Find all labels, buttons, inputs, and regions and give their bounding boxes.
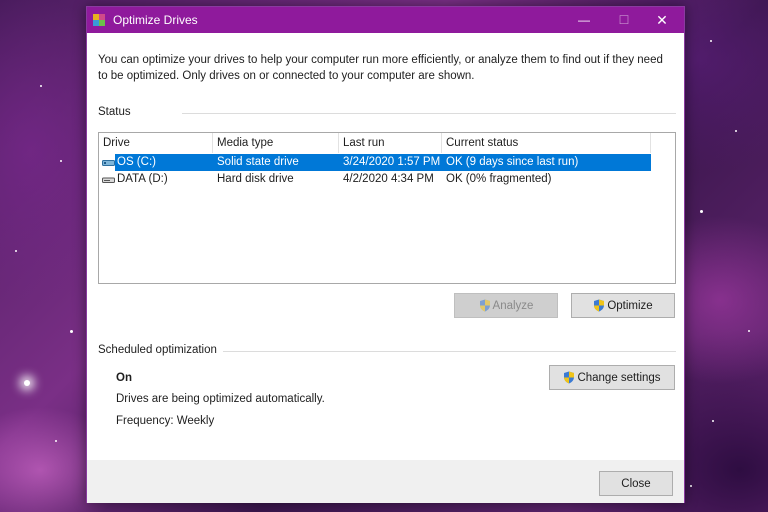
last-run: 3/24/2020 1:57 PM [343, 156, 441, 168]
schedule-message: Drives are being optimized automatically… [116, 393, 325, 405]
title-bar[interactable]: Optimize Drives — ☐ ✕ [87, 7, 684, 33]
column-header-current-status[interactable]: Current status [442, 133, 651, 153]
background-star [15, 250, 17, 252]
analyze-button[interactable]: Analyze [454, 293, 558, 318]
column-header-last-run[interactable]: Last run [339, 133, 442, 153]
window-title: Optimize Drives [113, 13, 198, 27]
close-button[interactable]: Close [599, 471, 673, 496]
drive-name: DATA (D:) [117, 173, 168, 185]
defrag-app-icon [93, 14, 105, 26]
background-star [40, 85, 42, 87]
column-header-media-type[interactable]: Media type [213, 133, 339, 153]
uac-shield-icon [479, 299, 490, 312]
last-run: 4/2/2020 4:34 PM [343, 173, 434, 185]
background-star [700, 210, 703, 213]
maximize-button[interactable]: ☐ [604, 7, 644, 33]
background-star [712, 420, 714, 422]
column-header-drive[interactable]: Drive [99, 133, 213, 153]
drive-name: OS (C:) [115, 154, 213, 171]
description-text: You can optimize your drives to help you… [98, 54, 663, 82]
current-status: OK (0% fragmented) [446, 173, 552, 185]
status-section-label: Status [98, 106, 131, 118]
close-window-button[interactable]: ✕ [642, 7, 682, 33]
media-type: Hard disk drive [217, 173, 294, 185]
minimize-button[interactable]: — [564, 7, 604, 33]
dialog-content: You can optimize your drives to help you… [87, 33, 684, 460]
drives-list-header: Drive Media type Last run Current status [99, 133, 675, 153]
schedule-state: On [116, 372, 132, 384]
background-star [690, 485, 692, 487]
background-star [735, 130, 737, 132]
background-star [55, 440, 57, 442]
optimize-button-label: Optimize [607, 299, 653, 312]
optimize-button[interactable]: Optimize [571, 293, 675, 318]
hdd-drive-icon [102, 177, 115, 183]
media-type: Solid state drive [217, 156, 299, 168]
scheduled-divider [223, 351, 676, 352]
scheduled-section-label: Scheduled optimization [98, 344, 217, 356]
dialog-footer: Close [87, 460, 684, 503]
drive-row-data[interactable]: DATA (D:) Hard disk drive 4/2/2020 4:34 … [99, 171, 651, 188]
schedule-frequency: Frequency: Weekly [116, 415, 215, 427]
uac-shield-icon [594, 299, 605, 312]
ssd-drive-icon [102, 160, 115, 166]
background-star [748, 330, 750, 332]
background-star [710, 40, 712, 42]
current-status: OK (9 days since last run) [446, 156, 579, 168]
background-star [70, 330, 73, 333]
change-settings-label: Change settings [577, 371, 661, 384]
optimize-drives-window: Optimize Drives — ☐ ✕ You can optimize y… [86, 6, 685, 503]
drive-row-os[interactable]: OS (C:) Solid state drive 3/24/2020 1:57… [99, 154, 651, 171]
change-settings-button[interactable]: Change settings [549, 365, 675, 390]
background-star [24, 380, 30, 386]
analyze-button-label: Analyze [492, 299, 534, 312]
background-star [60, 160, 62, 162]
uac-shield-icon [564, 371, 575, 384]
drives-list[interactable]: Drive Media type Last run Current status… [98, 132, 676, 284]
status-divider [182, 113, 676, 114]
